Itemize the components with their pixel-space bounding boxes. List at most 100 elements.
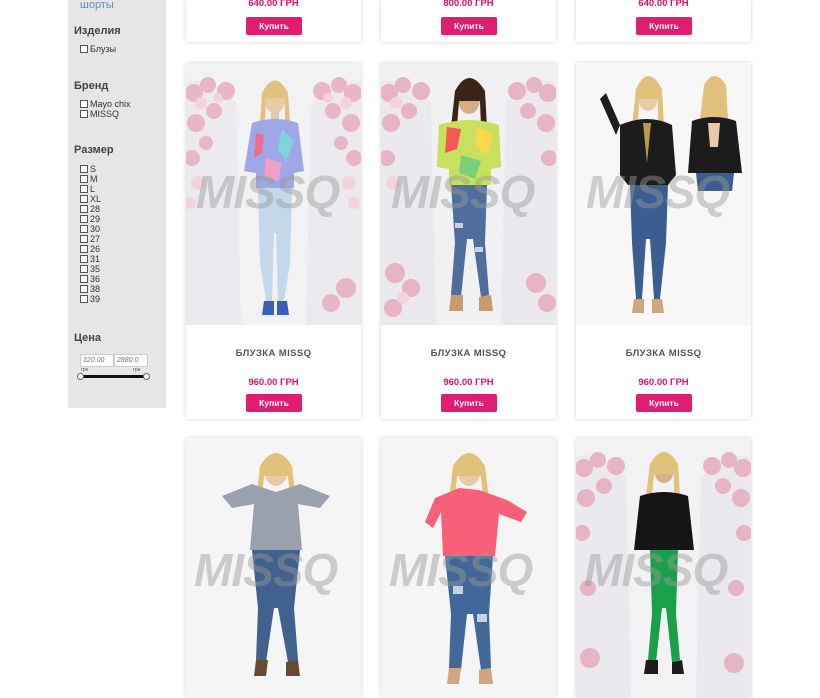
product-card[interactable]: MISSQ БЛУЗКА MISSQ 960.00 ГРН Купить [576, 63, 751, 419]
category-link-shorts[interactable]: шорты [80, 0, 114, 11]
product-image[interactable]: MISSQ [381, 438, 556, 698]
product-image[interactable]: MISSQ [576, 438, 751, 698]
product-price: 960.00 ГРН [248, 377, 299, 388]
checkbox[interactable] [80, 235, 88, 243]
buy-button[interactable]: Купить [246, 394, 302, 412]
checkbox[interactable] [80, 175, 88, 183]
product-card[interactable]: MISSQ [381, 438, 556, 698]
product-card: 800.00 ГРН Купить [381, 0, 556, 42]
buy-button[interactable]: Купить [636, 17, 692, 35]
checkbox[interactable] [80, 265, 88, 273]
watermark-text: MISSQ [586, 166, 730, 218]
checkbox[interactable] [80, 110, 88, 118]
checkbox[interactable] [80, 295, 88, 303]
product-image[interactable]: MISSQ [381, 63, 556, 325]
option-label: Блузы [90, 44, 117, 54]
slider-max-handle[interactable] [143, 373, 150, 380]
size-option[interactable]: 29 [80, 214, 100, 224]
watermark-text: MISSQ [389, 544, 533, 596]
filter-heading-size: Размер [74, 144, 114, 156]
watermark-text: MISSQ [196, 166, 340, 218]
product-card[interactable]: MISSQ БЛУЗКА MISSQ 960.00 ГРН Купить [381, 63, 556, 419]
option-label: S [90, 164, 97, 174]
buy-button[interactable]: Купить [441, 17, 497, 35]
checkbox[interactable] [80, 245, 88, 253]
size-option[interactable]: 35 [80, 264, 100, 274]
checkbox[interactable] [80, 215, 88, 223]
option-label: 29 [90, 214, 101, 224]
option-label: 28 [90, 204, 101, 214]
filter-option-missq[interactable]: MISSQ [80, 109, 119, 119]
filter-heading-brand: Бренд [74, 80, 109, 92]
option-label: 36 [90, 274, 101, 284]
product-image[interactable]: MISSQ [186, 438, 361, 698]
buy-button[interactable]: Купить [246, 17, 302, 35]
watermark-overlay: MISSQ [586, 166, 731, 218]
checkbox[interactable] [80, 275, 88, 283]
watermark-overlay: MISSQ [196, 166, 341, 218]
watermark-overlay: MISSQ [584, 544, 729, 596]
option-label: 39 [90, 294, 101, 304]
option-label: MISSQ [90, 109, 120, 119]
product-card: 640.00 ГРН Купить [576, 0, 751, 42]
option-label: 27 [90, 234, 101, 244]
product-card[interactable]: MISSQ [186, 438, 361, 698]
product-card[interactable]: MISSQ БЛУЗКА MISSQ 960.00 ГРН Купить [186, 63, 361, 419]
size-option[interactable]: 26 [80, 244, 100, 254]
size-option[interactable]: 36 [80, 274, 100, 284]
watermark-overlay: MISSQ [391, 166, 536, 218]
size-option[interactable]: 27 [80, 234, 100, 244]
price-range-slider[interactable] [77, 373, 150, 380]
size-option[interactable]: 39 [80, 294, 100, 304]
option-label: 38 [90, 284, 101, 294]
size-option[interactable]: S [80, 164, 96, 174]
option-label: Mayo chix [90, 99, 131, 109]
option-label: XL [90, 194, 102, 204]
checkbox[interactable] [80, 195, 88, 203]
product-name[interactable]: БЛУЗКА MISSQ [186, 348, 361, 359]
product-price: 640.00 ГРН [638, 0, 689, 9]
product-price: 960.00 ГРН [638, 377, 689, 388]
size-option[interactable]: 38 [80, 284, 100, 294]
checkbox[interactable] [80, 225, 88, 233]
product-name[interactable]: БЛУЗКА MISSQ [381, 348, 556, 359]
price-min-unit: грн [81, 367, 89, 373]
product-image[interactable]: MISSQ [186, 63, 361, 325]
checkbox[interactable] [80, 255, 88, 263]
checkbox[interactable] [80, 165, 88, 173]
slider-min-handle[interactable] [77, 373, 84, 380]
price-max-unit: грн [133, 367, 141, 373]
filter-sidebar: шорты Изделия Блузы Бренд Mayo chix MISS… [68, 0, 166, 408]
checkbox[interactable] [80, 100, 88, 108]
option-label: 30 [90, 224, 101, 234]
option-label: 31 [90, 254, 101, 264]
size-option[interactable]: L [80, 184, 95, 194]
checkbox[interactable] [80, 185, 88, 193]
price-max-input[interactable]: 2880.0 [114, 354, 148, 367]
product-price: 800.00 ГРН [443, 0, 494, 9]
checkbox[interactable] [80, 285, 88, 293]
size-option[interactable]: M [80, 174, 98, 184]
filter-option-mayo-chix[interactable]: Mayo chix [80, 99, 131, 109]
checkbox[interactable] [80, 45, 88, 53]
price-min-input[interactable]: 320.00 [80, 354, 114, 367]
watermark-overlay: MISSQ [194, 544, 339, 596]
option-label: M [90, 174, 98, 184]
option-label: 26 [90, 244, 101, 254]
size-option[interactable]: 28 [80, 204, 100, 214]
option-label: 35 [90, 264, 101, 274]
filter-heading-izdeliya: Изделия [74, 25, 121, 37]
buy-button[interactable]: Купить [636, 394, 692, 412]
size-option[interactable]: XL [80, 194, 101, 204]
product-card[interactable]: MISSQ [576, 438, 751, 698]
checkbox[interactable] [80, 205, 88, 213]
product-card: 640.00 ГРН Купить [186, 0, 361, 42]
product-image[interactable]: MISSQ [576, 63, 751, 325]
product-name[interactable]: БЛУЗКА MISSQ [576, 348, 751, 359]
product-price: 640.00 ГРН [248, 0, 299, 9]
size-option[interactable]: 31 [80, 254, 100, 264]
watermark-text: MISSQ [194, 544, 338, 596]
filter-option-bluzy[interactable]: Блузы [80, 44, 116, 54]
size-option[interactable]: 30 [80, 224, 100, 234]
buy-button[interactable]: Купить [441, 394, 497, 412]
